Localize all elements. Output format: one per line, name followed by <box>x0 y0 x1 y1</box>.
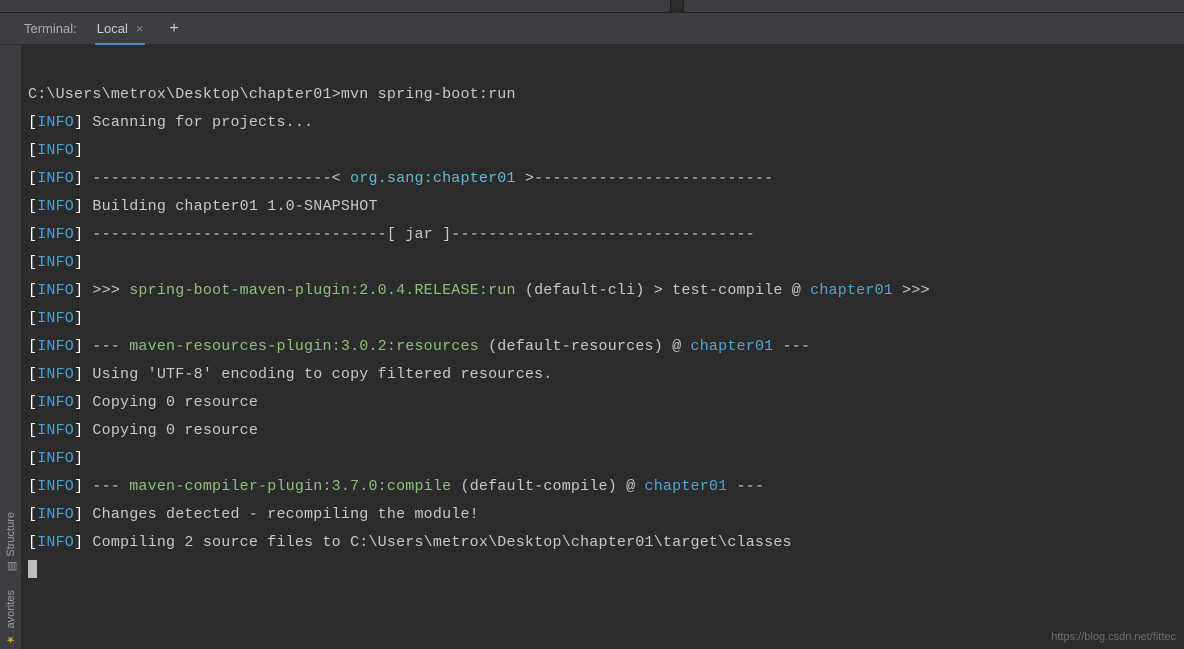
tool-structure[interactable]: Structure <box>5 512 17 573</box>
log-level: INFO <box>37 366 74 383</box>
log-text: (default-cli) > test-compile @ <box>525 282 810 299</box>
log-text: >>> <box>893 282 930 299</box>
terminal-panel-title: Terminal: <box>24 21 77 36</box>
log-text: Copying 0 resource <box>92 394 258 411</box>
module-id: chapter01 <box>810 282 893 299</box>
terminal-cursor <box>28 560 37 578</box>
structure-icon <box>5 560 17 572</box>
log-level: INFO <box>37 534 74 551</box>
prompt: C:\Users\metrox\Desktop\chapter01> <box>28 86 341 103</box>
editor-top-strip <box>0 0 1184 13</box>
star-icon <box>5 633 17 645</box>
log-level: INFO <box>37 450 74 467</box>
log-level: INFO <box>37 282 74 299</box>
log-level: INFO <box>37 170 74 187</box>
log-level: INFO <box>37 394 74 411</box>
artifact-id: org.sang:chapter01 <box>350 170 516 187</box>
log-text: Changes detected - recompiling the modul… <box>92 506 478 523</box>
log-text: Using 'UTF-8' encoding to copy filtered … <box>92 366 552 383</box>
command: mvn spring-boot:run <box>341 86 516 103</box>
plugin-id: spring-boot-maven-plugin:2.0.4.RELEASE:r… <box>129 282 515 299</box>
tool-favorites-label: avorites <box>5 590 17 629</box>
log-level: INFO <box>37 506 74 523</box>
log-level: INFO <box>37 142 74 159</box>
log-text: >-------------------------- <box>516 170 774 187</box>
terminal-tab-bar: Terminal: Local × + <box>0 13 1184 45</box>
log-text: Building chapter01 1.0-SNAPSHOT <box>92 198 377 215</box>
log-level: INFO <box>37 310 74 327</box>
log-level: INFO <box>37 478 74 495</box>
log-text: Scanning for projects... <box>92 114 313 131</box>
new-terminal-button[interactable]: + <box>169 21 178 37</box>
module-id: chapter01 <box>645 478 728 495</box>
log-text: Compiling 2 source files to C:\Users\met… <box>92 534 791 551</box>
left-gutter-toolbar: avorites Structure <box>0 45 22 649</box>
log-text: Copying 0 resource <box>92 422 258 439</box>
log-level: INFO <box>37 226 74 243</box>
log-text: --------------------------------[ <box>92 226 405 243</box>
terminal-output[interactable]: C:\Users\metrox\Desktop\chapter01>mvn sp… <box>22 45 1184 649</box>
terminal-tab-local[interactable]: Local × <box>95 13 146 45</box>
log-text: --------------------------< <box>92 170 350 187</box>
plugin-id: maven-resources-plugin:3.0.2:resources <box>129 338 479 355</box>
plugin-id: maven-compiler-plugin:3.7.0:compile <box>129 478 451 495</box>
log-text: ]--------------------------------- <box>433 226 755 243</box>
log-level: INFO <box>37 198 74 215</box>
close-icon[interactable]: × <box>136 22 144 35</box>
watermark-text: https://blog.csdn.net/fittec <box>1051 631 1176 643</box>
log-level: INFO <box>37 254 74 271</box>
module-id: chapter01 <box>691 338 774 355</box>
log-text: --- <box>727 478 764 495</box>
log-text: (default-compile) @ <box>461 478 645 495</box>
log-text: jar <box>405 226 433 243</box>
log-text: (default-resources) @ <box>488 338 690 355</box>
editor-split-gap <box>670 0 684 13</box>
tool-structure-label: Structure <box>5 512 17 557</box>
log-text: --- <box>773 338 810 355</box>
tool-favorites[interactable]: avorites <box>5 590 17 645</box>
log-level: INFO <box>37 114 74 131</box>
terminal-tab-label: Local <box>97 21 128 36</box>
log-level: INFO <box>37 422 74 439</box>
log-level: INFO <box>37 338 74 355</box>
